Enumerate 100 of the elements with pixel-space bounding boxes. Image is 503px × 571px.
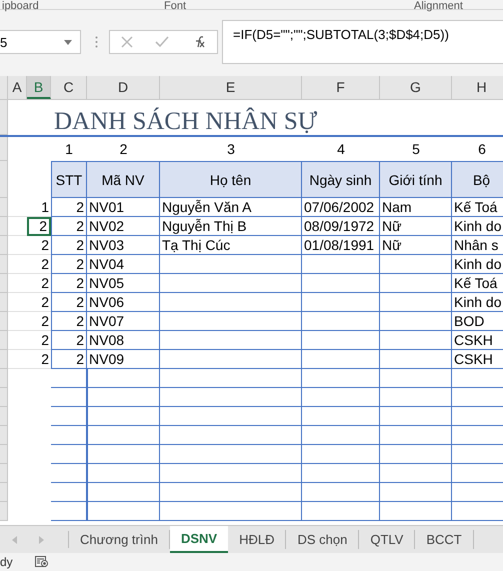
table-cell: NV03 (87, 236, 160, 255)
sheet-tab[interactable]: HĐLĐ (228, 530, 286, 549)
scroll-right-icon[interactable] (39, 536, 44, 544)
table-cell: NV02 (87, 217, 160, 236)
cancel-icon[interactable] (121, 36, 134, 48)
table-cell: NV08 (87, 331, 160, 350)
column-number: 4 (336, 140, 346, 159)
table-cell: Kế Toá (452, 274, 503, 293)
table-cell: BOD (452, 312, 503, 331)
table-cell: Nam (380, 198, 452, 217)
table-cell: NV09 (87, 350, 160, 369)
sheet-tab[interactable]: DS chọn (286, 530, 360, 549)
row-header[interactable] (0, 426, 8, 445)
column-header[interactable]: B (27, 76, 51, 99)
column-number: 3 (226, 140, 236, 159)
table-cell: Kế Toá (452, 198, 503, 217)
column-header[interactable]: G (380, 76, 452, 99)
table-cell: CSKH (452, 331, 503, 350)
table-cell: Tạ Thị Cúc (160, 236, 302, 255)
table-cell: 2 (27, 274, 51, 293)
table-cell: 2 (27, 331, 51, 350)
ribbon-group-label: Alignment (414, 0, 463, 12)
table-cell: 2 (51, 274, 87, 293)
column-header[interactable]: D (87, 76, 160, 99)
table-cell: 2 (51, 331, 87, 350)
table-cell: NV01 (87, 198, 160, 217)
drag-handle-icon[interactable] (95, 36, 98, 48)
table-cell: 07/06/2002 (302, 198, 380, 217)
formula-input[interactable]: =IF(D5="";"";SUBTOTAL(3;$D$4;D5)) (222, 20, 503, 64)
table-cell: Kinh do (452, 217, 503, 236)
row-header[interactable] (0, 369, 8, 388)
enter-check-icon[interactable] (155, 36, 170, 48)
status-text: dy (0, 555, 13, 569)
sheet-tab[interactable]: DSNV (170, 526, 228, 553)
row-header[interactable] (0, 350, 8, 369)
table-cell: NV05 (87, 274, 160, 293)
scroll-left-icon[interactable] (12, 536, 17, 544)
table-cell: 2 (51, 255, 87, 274)
column-header[interactable]: E (160, 76, 302, 99)
table-cell: 08/09/1972 (302, 217, 380, 236)
table-cell: 2 (27, 255, 51, 274)
table-header-cell: Bộ (452, 161, 503, 198)
row-header[interactable] (0, 445, 8, 464)
table-cell: 2 (51, 293, 87, 312)
table-cell: 2 (51, 198, 87, 217)
row-header[interactable] (0, 293, 8, 312)
ribbon-group-label: Font (164, 0, 188, 12)
name-box[interactable]: 5 (0, 30, 81, 54)
sheet-tab[interactable]: BCCT (415, 530, 474, 549)
column-number: 2 (118, 140, 128, 159)
table-cell: 01/08/1991 (302, 236, 380, 255)
dropdown-icon (64, 40, 72, 44)
table-cell: NV06 (87, 293, 160, 312)
table-cell: 2 (51, 217, 87, 236)
table-cell: 2 (27, 217, 51, 236)
column-header[interactable]: H (452, 76, 503, 99)
table-header-cell: Ngày sinh (302, 161, 380, 198)
table-cell: 2 (27, 350, 51, 369)
table-cell: NV04 (87, 255, 160, 274)
table-cell: 2 (51, 350, 87, 369)
sheet-tab[interactable]: QTLV (359, 530, 416, 549)
row-header[interactable] (0, 137, 8, 161)
row-header[interactable] (0, 255, 8, 274)
column-header[interactable]: F (302, 76, 380, 99)
table-cell: 1 (27, 198, 51, 217)
table-cell: 2 (27, 236, 51, 255)
table-cell: Nữ (380, 236, 452, 255)
column-number: 6 (477, 140, 487, 159)
row-header[interactable] (0, 464, 8, 483)
row-header[interactable] (0, 274, 8, 293)
row-header[interactable] (0, 483, 8, 502)
row-header[interactable] (0, 388, 8, 407)
sheet-title: DANH SÁCH NHÂN SỰ (53, 106, 318, 135)
table-cell: 2 (51, 236, 87, 255)
table-cell: CSKH (452, 350, 503, 369)
row-header[interactable] (0, 198, 8, 217)
row-header[interactable] (0, 312, 8, 331)
row-header[interactable] (0, 331, 8, 350)
column-number: 1 (64, 140, 74, 159)
table-header-cell: STT (51, 161, 87, 198)
row-header[interactable] (0, 407, 8, 426)
table-cell: Nữ (380, 217, 452, 236)
column-header[interactable]: C (51, 76, 87, 99)
table-cell: Nguyễn Thị B (160, 217, 302, 236)
table-cell: Nguyễn Văn A (160, 198, 302, 217)
table-cell: Kinh do (452, 293, 503, 312)
row-header[interactable] (0, 236, 8, 255)
row-header[interactable] (0, 502, 8, 521)
table-header-cell: Mã NV (87, 161, 160, 198)
row-header[interactable] (0, 100, 8, 135)
table-cell: NV07 (87, 312, 160, 331)
ribbon-group-label: ipboard (2, 0, 40, 12)
macro-recording-icon[interactable] (34, 556, 49, 568)
row-header[interactable] (0, 161, 8, 198)
row-header[interactable] (0, 217, 8, 236)
table-cell: 2 (27, 293, 51, 312)
table-header-cell: Giới tính (380, 161, 452, 198)
column-number: 5 (411, 140, 421, 159)
table-cell: Nhân s (452, 236, 503, 255)
table-header-cell: Họ tên (160, 161, 302, 198)
